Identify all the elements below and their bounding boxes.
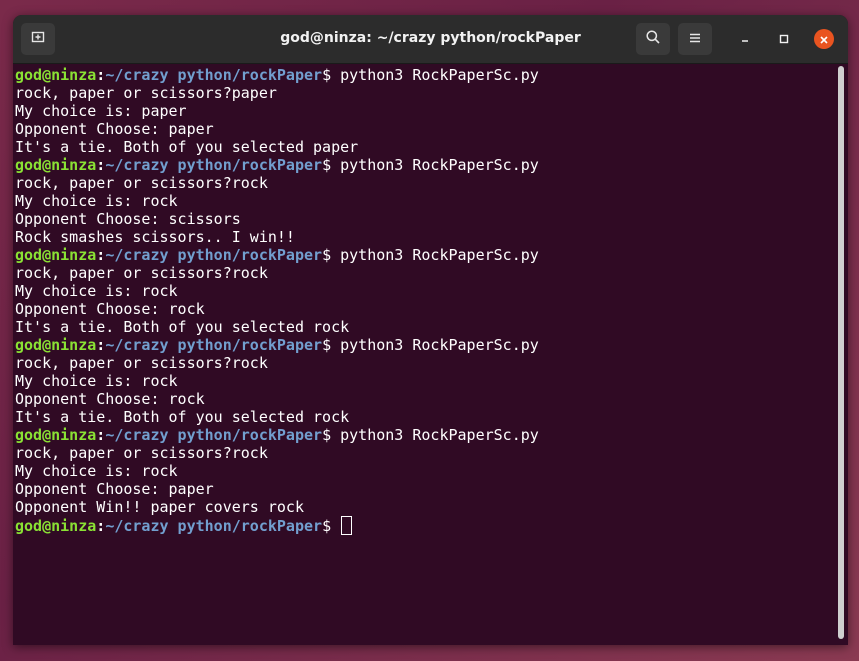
prompt-line: god@ninza:~/crazy python/rockPaper$ pyth…	[15, 66, 539, 84]
prompt-path: ~/crazy python/rockPaper	[105, 156, 323, 174]
output-line: Opponent Choose: scissors	[15, 210, 241, 228]
output-line: Rock smashes scissors.. I win!!	[15, 228, 295, 246]
prompt-separator: :	[96, 156, 106, 174]
output-line: It's a tie. Both of you selected rock	[15, 408, 350, 426]
output-line: Opponent Choose: paper	[15, 120, 214, 138]
output-line: Opponent Choose: rock	[15, 390, 205, 408]
prompt-user-host: god@ninza	[15, 66, 97, 84]
prompt-line: god@ninza:~/crazy python/rockPaper$ pyth…	[15, 336, 539, 354]
output-line: rock, paper or scissors?rock	[15, 174, 268, 192]
prompt-separator: :	[96, 246, 106, 264]
text-cursor	[341, 516, 353, 535]
prompt-user-host: god@ninza	[15, 246, 97, 264]
prompt-user-host: god@ninza	[15, 156, 97, 174]
maximize-icon	[778, 30, 790, 49]
prompt-symbol: $	[322, 156, 341, 174]
prompt-symbol: $	[322, 517, 341, 535]
close-icon	[819, 30, 829, 49]
command-text: python3 RockPaperSc.py	[340, 66, 539, 84]
command-text: python3 RockPaperSc.py	[340, 156, 539, 174]
prompt-symbol: $	[322, 336, 341, 354]
output-line: rock, paper or scissors?rock	[15, 354, 268, 372]
prompt-user-host: god@ninza	[15, 517, 97, 535]
scrollbar[interactable]	[838, 66, 844, 639]
output-line: rock, paper or scissors?rock	[15, 264, 268, 282]
output-line: Opponent Choose: paper	[15, 480, 214, 498]
prompt-symbol: $	[322, 66, 341, 84]
prompt-line: god@ninza:~/crazy python/rockPaper$ pyth…	[15, 246, 539, 264]
command-text: python3 RockPaperSc.py	[340, 426, 539, 444]
prompt-separator: :	[96, 66, 106, 84]
hamburger-menu-icon	[688, 30, 702, 49]
prompt-line: god@ninza:~/crazy python/rockPaper$ pyth…	[15, 426, 539, 444]
search-icon	[645, 29, 661, 49]
maximize-button[interactable]	[774, 29, 794, 49]
prompt-line: god@ninza:~/crazy python/rockPaper$	[15, 516, 539, 535]
output-line: It's a tie. Both of you selected paper	[15, 138, 359, 156]
prompt-path: ~/crazy python/rockPaper	[105, 246, 323, 264]
prompt-path: ~/crazy python/rockPaper	[105, 66, 323, 84]
prompt-separator: :	[96, 517, 106, 535]
minimize-icon	[739, 30, 751, 49]
output-line: My choice is: rock	[15, 192, 178, 210]
prompt-separator: :	[96, 336, 106, 354]
terminal-output-area[interactable]: god@ninza:~/crazy python/rockPaper$ pyth…	[13, 64, 848, 645]
terminal-output: god@ninza:~/crazy python/rockPaper$ pyth…	[15, 66, 539, 535]
title-bar[interactable]: god@ninza: ~/crazy python/rockPaper	[13, 15, 848, 64]
terminal-window: god@ninza: ~/crazy python/rockPaper god@…	[13, 15, 848, 645]
output-line: My choice is: rock	[15, 372, 178, 390]
search-button[interactable]	[636, 23, 670, 55]
close-button[interactable]	[814, 29, 834, 49]
prompt-line: god@ninza:~/crazy python/rockPaper$ pyth…	[15, 156, 539, 174]
output-line: My choice is: paper	[15, 102, 187, 120]
prompt-user-host: god@ninza	[15, 336, 97, 354]
prompt-path: ~/crazy python/rockPaper	[105, 426, 323, 444]
command-text: python3 RockPaperSc.py	[340, 336, 539, 354]
prompt-symbol: $	[322, 246, 341, 264]
output-line: My choice is: rock	[15, 282, 178, 300]
prompt-symbol: $	[322, 426, 341, 444]
output-line: Opponent Choose: rock	[15, 300, 205, 318]
prompt-path: ~/crazy python/rockPaper	[105, 336, 323, 354]
prompt-path: ~/crazy python/rockPaper	[105, 517, 323, 535]
output-line: It's a tie. Both of you selected rock	[15, 318, 350, 336]
output-line: Opponent Win!! paper covers rock	[15, 498, 304, 516]
minimize-button[interactable]	[735, 29, 755, 49]
output-line: My choice is: rock	[15, 462, 178, 480]
window-title: god@ninza: ~/crazy python/rockPaper	[280, 30, 581, 46]
output-line: rock, paper or scissors?rock	[15, 444, 268, 462]
output-line: rock, paper or scissors?paper	[15, 84, 277, 102]
prompt-separator: :	[96, 426, 106, 444]
prompt-user-host: god@ninza	[15, 426, 97, 444]
menu-button[interactable]	[678, 23, 712, 55]
command-text: python3 RockPaperSc.py	[340, 246, 539, 264]
